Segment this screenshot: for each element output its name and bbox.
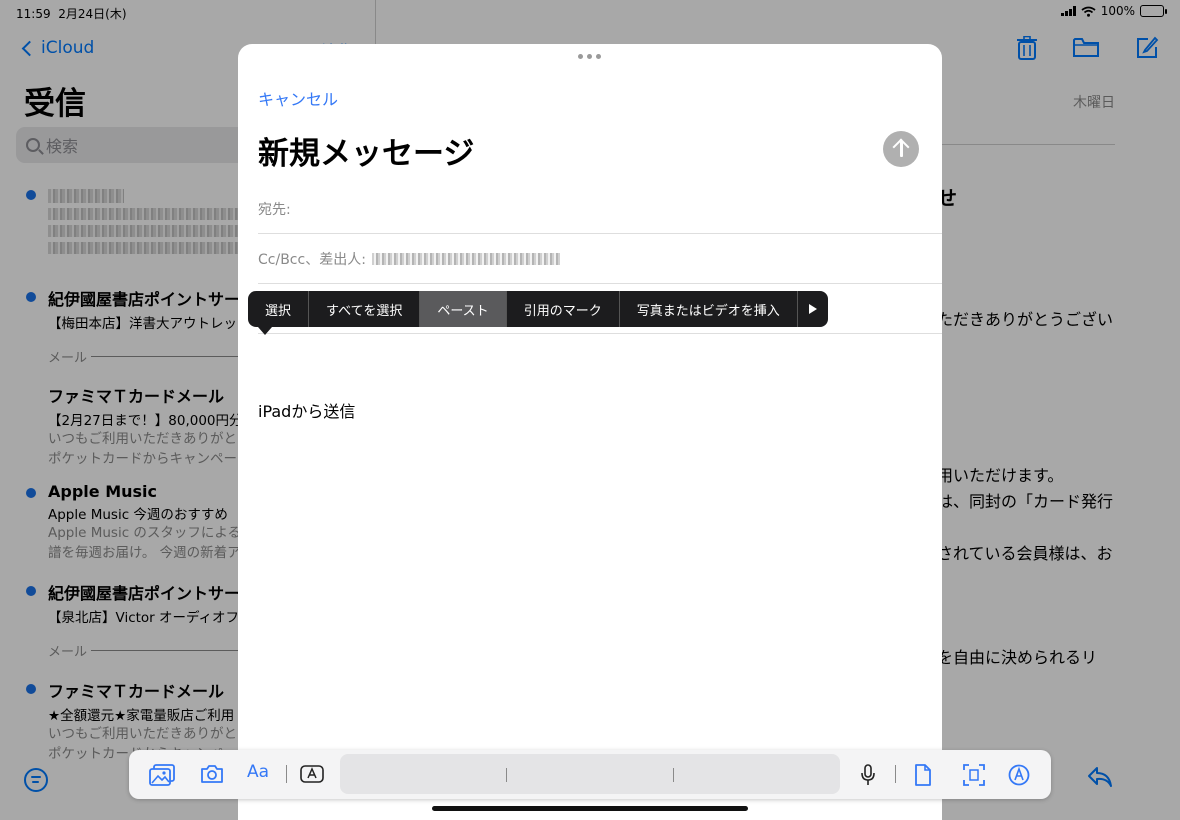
- send-button[interactable]: [883, 131, 919, 167]
- cc-bcc-from-field[interactable]: Cc/Bcc、差出人:: [258, 234, 942, 284]
- menu-item-quote-level[interactable]: 引用のマーク: [507, 291, 620, 327]
- divider: [895, 765, 896, 783]
- microphone-icon[interactable]: [860, 764, 876, 786]
- to-label: 宛先:: [258, 201, 291, 218]
- redacted-sender-address: [371, 252, 560, 265]
- menu-more-button[interactable]: [798, 291, 828, 327]
- menu-item-select-all[interactable]: すべてを選択: [309, 291, 421, 327]
- predictive-text-bar[interactable]: [340, 754, 840, 794]
- signature-text[interactable]: iPadから送信: [258, 398, 355, 422]
- edit-context-menu: 選択 すべてを選択 ペースト 引用のマーク 写真またはビデオを挿入: [248, 291, 828, 335]
- to-field[interactable]: 宛先:: [258, 184, 942, 234]
- menu-item-paste[interactable]: ペースト: [420, 291, 507, 327]
- sheet-grabber[interactable]: [578, 54, 601, 59]
- compose-sheet: キャンセル 新規メッセージ 宛先: Cc/Bcc、差出人: iPadから送信: [238, 44, 942, 820]
- camera-icon[interactable]: [200, 764, 224, 784]
- scribble-a-icon[interactable]: [300, 764, 324, 784]
- compose-title: 新規メッセージ: [258, 136, 475, 172]
- markup-icon[interactable]: [1008, 764, 1030, 786]
- cc-label: Cc/Bcc、差出人:: [258, 251, 366, 268]
- home-indicator: [432, 806, 748, 811]
- menu-item-select[interactable]: 選択: [248, 291, 310, 327]
- keyboard-shortcut-bar: Aa: [129, 750, 1051, 799]
- menu-item-insert-photo-video[interactable]: 写真またはビデオを挿入: [620, 291, 798, 327]
- photo-library-icon[interactable]: [149, 764, 175, 786]
- play-right-icon: [808, 304, 817, 314]
- menu-pointer: [258, 327, 272, 335]
- document-icon[interactable]: [914, 764, 932, 786]
- cancel-button[interactable]: キャンセル: [258, 86, 338, 110]
- scan-document-icon[interactable]: [963, 764, 985, 786]
- text-format-icon[interactable]: Aa: [247, 762, 269, 782]
- divider: [286, 765, 287, 783]
